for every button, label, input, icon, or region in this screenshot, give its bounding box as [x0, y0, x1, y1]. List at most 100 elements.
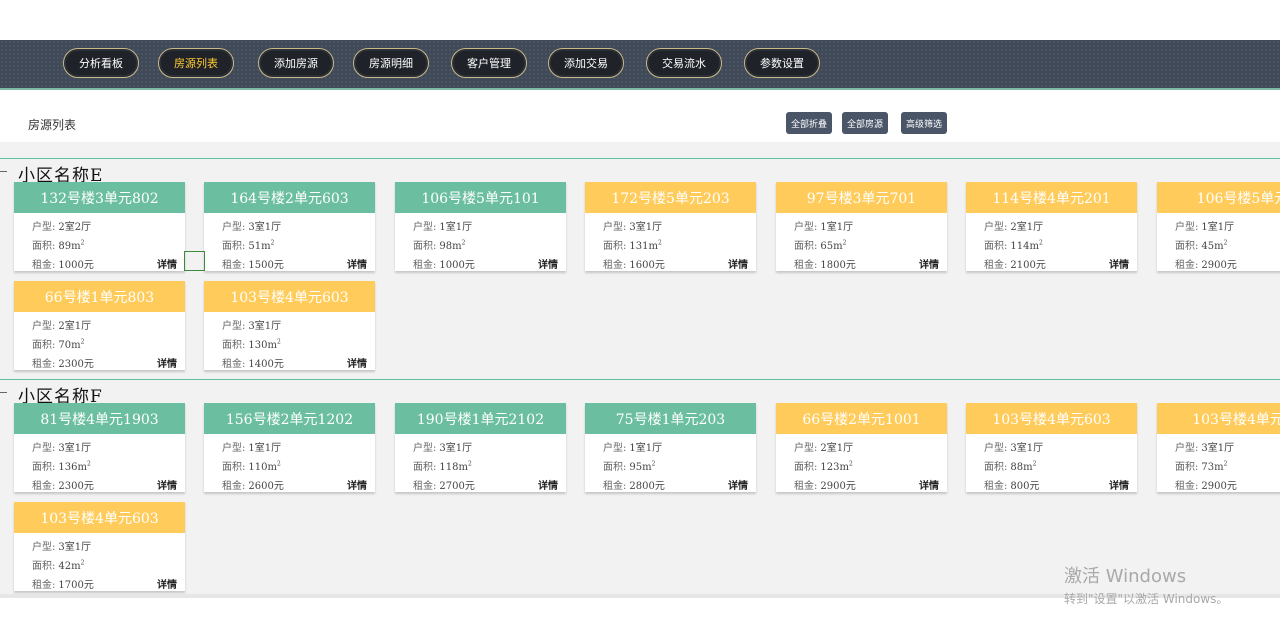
listing-card[interactable]: 66号楼1单元803 户型: 2室1厅 面积: 70m2 租金: 2300元 详情: [14, 281, 185, 370]
card-area: 面积: 88m2: [984, 458, 1036, 473]
card-area-value: 89: [58, 241, 72, 252]
nav-button-1[interactable]: 分析看板: [63, 48, 139, 78]
listing-card[interactable]: 106号楼5单元户型:1室1厅面积:45m2租金:2900元详情: [1157, 182, 1280, 271]
rent-unit: 元: [1226, 260, 1237, 271]
card-rent: 租金: 1400元: [222, 355, 284, 370]
card-layout-value: 3室1厅: [58, 443, 92, 454]
listing-card[interactable]: 103号楼4单元603 户型: 3室1厅 面积: 88m2 租金: 800元 详情: [966, 403, 1137, 492]
card-layout: 户型: 3室1厅: [32, 439, 91, 454]
area-unit-sup: 2: [461, 239, 466, 247]
card-area-label: 面积:: [1175, 462, 1199, 473]
listing-card[interactable]: 66号楼2单元1001 户型: 2室1厅 面积: 123m2 租金: 2900元 详情: [776, 403, 947, 492]
card-layout-label: 户型:: [1175, 443, 1199, 454]
cell-selection-box: [184, 251, 205, 271]
card-rent-label: 租金:: [794, 260, 818, 271]
card-detail-link[interactable]: 详情: [347, 256, 367, 271]
card-area-label: 面积:: [32, 340, 56, 351]
listing-card[interactable]: 132号楼3单元802 户型: 2室2厅 面积: 89m2 租金: 1000元 详情: [14, 182, 185, 271]
nav-button-6[interactable]: 添加交易: [548, 48, 624, 78]
area-unit: m: [648, 241, 658, 252]
card-area: 面积: 110m2: [222, 458, 281, 473]
listing-card[interactable]: 172号楼5单元203 户型: 3室1厅 面积: 131m2 租金: 1600元 详情: [585, 182, 756, 271]
card-rent-label: 租金:: [413, 260, 437, 271]
card-detail-link[interactable]: 详情: [1109, 256, 1129, 271]
area-unit-sup: 2: [80, 239, 85, 247]
card-layout: 户型: 1室1厅: [794, 218, 853, 233]
card-layout: 户型: 1室1厅: [222, 439, 281, 454]
card-layout: 户型: 3室1厅: [32, 538, 91, 553]
listing-card[interactable]: 164号楼2单元603 户型: 3室1厅 面积: 51m2 租金: 1500元 详情: [204, 182, 375, 271]
nav-button-7[interactable]: 交易流水: [646, 48, 722, 78]
nav-button-5[interactable]: 客户管理: [451, 48, 527, 78]
listing-card[interactable]: 103号楼4单元603 户型: 3室1厅 面积: 130m2 租金: 1400元 详情: [204, 281, 375, 370]
area-unit: m: [1214, 462, 1224, 473]
listing-card[interactable]: 190号楼1单元2102 户型: 3室1厅 面积: 118m2 租金: 2700元 详情: [395, 403, 566, 492]
card-title: 164号楼2单元603: [204, 182, 375, 213]
card-rent: 租金: 2800元: [603, 477, 665, 492]
area-unit-sup: 2: [270, 239, 275, 247]
card-detail-link[interactable]: 详情: [157, 256, 177, 271]
card-rent: 租金: 2700元: [413, 477, 475, 492]
listing-card[interactable]: 114号楼4单元201 户型: 2室1厅 面积: 114m2 租金: 2100元 详情: [966, 182, 1137, 271]
card-detail-link[interactable]: 详情: [1109, 477, 1129, 492]
nav-button-8[interactable]: 参数设置: [744, 48, 820, 78]
listing-card[interactable]: 97号楼3单元701 户型: 1室1厅 面积: 65m2 租金: 1800元 详情: [776, 182, 947, 271]
listing-card[interactable]: 75号楼1单元203 户型: 1室1厅 面积: 95m2 租金: 2800元 详情: [585, 403, 756, 492]
card-detail-link[interactable]: 详情: [728, 256, 748, 271]
rent-unit: 元: [654, 481, 665, 492]
card-detail-link[interactable]: 详情: [157, 477, 177, 492]
all-listings-button[interactable]: 全部房源: [842, 112, 889, 134]
card-area-value: 88: [1010, 462, 1024, 473]
area-unit: m: [71, 561, 81, 572]
card-layout-label: 户型:: [794, 222, 818, 233]
card-layout-value: 2室1厅: [58, 321, 92, 332]
card-detail-link[interactable]: 详情: [157, 355, 177, 370]
card-area: 面积: 51m2: [222, 237, 274, 252]
nav-button-2[interactable]: 房源列表: [158, 48, 234, 78]
card-detail-link[interactable]: 详情: [728, 477, 748, 492]
card-title: 103号楼4单元603: [204, 281, 375, 312]
area-unit: m: [77, 462, 87, 473]
rent-unit: 元: [1029, 481, 1040, 492]
listing-card[interactable]: 103号楼4单元603 户型: 3室1厅 面积: 42m2 租金: 1700元 详情: [14, 502, 185, 591]
area-unit-sup: 2: [1223, 460, 1228, 468]
card-area: 面积: 136m2: [32, 458, 91, 473]
rent-unit: 元: [273, 481, 284, 492]
nav-button-4[interactable]: 房源明细: [353, 48, 429, 78]
card-area: 面积: 114m2: [984, 237, 1043, 252]
card-rent-value: 2700: [439, 481, 465, 492]
card-rent: 租金: 1000元: [413, 256, 475, 271]
card-detail-link[interactable]: 详情: [919, 256, 939, 271]
card-rent: 租金: 2300元: [32, 477, 94, 492]
listing-card[interactable]: 106号楼5单元101 户型: 1室1厅 面积: 98m2 租金: 1000元 详情: [395, 182, 566, 271]
listing-card[interactable]: 81号楼4单元1903 户型: 3室1厅 面积: 136m2 租金: 2300元 详情: [14, 403, 185, 492]
active-sheet-tab[interactable]: [124, 598, 188, 601]
card-rent-label: 租金:: [603, 481, 627, 492]
card-detail-link[interactable]: 详情: [347, 477, 367, 492]
card-area-label: 面积:: [984, 462, 1008, 473]
card-area: 面积: 95m2: [603, 458, 655, 473]
card-layout-value: 3室1厅: [1201, 443, 1235, 454]
card-area: 面积: 65m2: [794, 237, 846, 252]
card-layout-value: 3室1厅: [629, 222, 663, 233]
card-detail-link[interactable]: 详情: [347, 355, 367, 370]
card-detail-link[interactable]: 详情: [157, 576, 177, 591]
card-detail-link[interactable]: 详情: [538, 256, 558, 271]
card-area: 面积: 42m2: [32, 557, 84, 572]
card-area-value: 51: [248, 241, 262, 252]
card-detail-link[interactable]: 详情: [538, 477, 558, 492]
card-detail-link[interactable]: 详情: [919, 477, 939, 492]
listing-card[interactable]: 103号楼4单元6户型:3室1厅面积:73m2租金:2900元详情: [1157, 403, 1280, 492]
collapse-all-button[interactable]: 全部折叠: [786, 112, 833, 134]
card-area-label: 面积:: [32, 462, 56, 473]
card-rent: 租金: 1000元: [32, 256, 94, 271]
card-layout-value: 2室1厅: [1010, 222, 1044, 233]
card-rent-value: 1600: [629, 260, 655, 271]
card-rent-label: 租金:: [32, 580, 56, 591]
nav-button-3[interactable]: 添加房源: [258, 48, 334, 78]
listing-card[interactable]: 156号楼2单元1202 户型: 1室1厅 面积: 110m2 租金: 2600元 详情: [204, 403, 375, 492]
rent-unit: 元: [654, 260, 665, 271]
card-rent-label: 租金:: [222, 481, 246, 492]
advanced-filter-button[interactable]: 高级筛选: [901, 112, 948, 134]
card-rent-label: 租金:: [1175, 260, 1199, 271]
